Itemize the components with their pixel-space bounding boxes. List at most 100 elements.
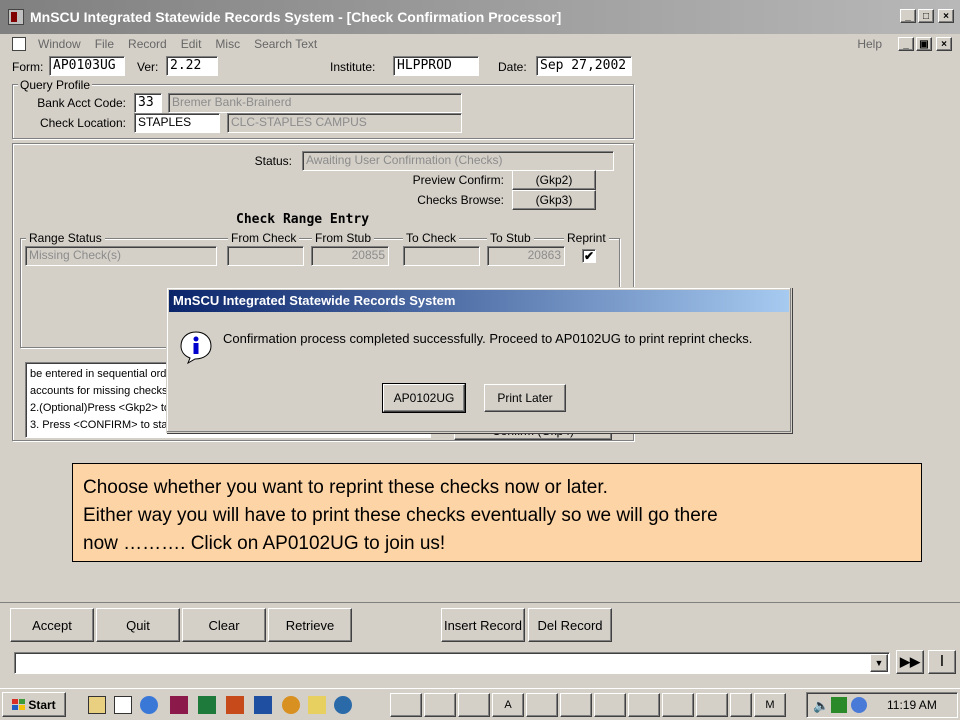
check-location-input[interactable]: STAPLES xyxy=(134,113,220,133)
text-cursor-icon[interactable]: I xyxy=(928,650,956,674)
start-button[interactable]: Start xyxy=(2,692,66,717)
task-button[interactable] xyxy=(390,693,422,717)
menu-misc[interactable]: Misc xyxy=(215,37,240,51)
menu-doc-icon[interactable] xyxy=(12,37,26,51)
ap0102ug-button[interactable]: AP0102UG xyxy=(382,383,466,413)
message-dropdown-icon[interactable]: ▼ xyxy=(870,654,888,672)
preview-confirm-label: Preview Confirm: xyxy=(412,173,504,187)
task-button[interactable]: A xyxy=(492,693,524,717)
task-button[interactable] xyxy=(730,693,752,717)
del-record-button[interactable]: Del Record xyxy=(528,608,612,642)
status-field: Awaiting User Confirmation (Checks) xyxy=(302,151,614,171)
callout-line-2: Either way you will have to print these … xyxy=(83,505,718,526)
info-icon xyxy=(179,330,213,365)
institute-field: HLPPROD xyxy=(393,56,479,76)
date-field: Sep 27,2002 xyxy=(536,56,632,76)
menu-edit[interactable]: Edit xyxy=(181,37,202,51)
check-range-title: Check Range Entry xyxy=(236,212,370,227)
task-button[interactable] xyxy=(662,693,694,717)
from-stub-field: 20855 xyxy=(311,246,389,266)
ver-field: 2.22 xyxy=(166,56,218,76)
window-title-bar[interactable]: MnSCU Integrated Statewide Records Syste… xyxy=(0,0,960,34)
app-icon[interactable] xyxy=(8,9,24,25)
reprint-checkbox[interactable]: ✔ xyxy=(582,249,596,263)
tray-app-icon[interactable] xyxy=(851,697,867,713)
quicklaunch-access-icon[interactable] xyxy=(170,696,188,714)
col-from-check: From Check xyxy=(228,231,300,245)
col-to-stub: To Stub xyxy=(487,231,534,245)
clear-button[interactable]: Clear xyxy=(182,608,266,642)
institute-label: Institute: xyxy=(330,60,376,74)
menu-window[interactable]: Window xyxy=(38,37,81,51)
tutorial-callout: Choose whether you want to reprint these… xyxy=(72,463,922,562)
col-to-check: To Check xyxy=(403,231,460,245)
menu-record[interactable]: Record xyxy=(128,37,167,51)
window-title: MnSCU Integrated Statewide Records Syste… xyxy=(30,9,562,25)
from-check-input[interactable] xyxy=(227,246,304,266)
maximize-button[interactable]: □ xyxy=(918,9,934,23)
preview-confirm-button[interactable]: (Gkp2) xyxy=(512,170,596,190)
minimize-button[interactable]: _ xyxy=(900,9,916,23)
col-range-status: Range Status xyxy=(26,231,105,245)
task-button[interactable] xyxy=(594,693,626,717)
quicklaunch-net-icon[interactable] xyxy=(334,696,352,714)
taskbar: Start A M 🔈 11:19 AM xyxy=(0,688,960,720)
date-label: Date: xyxy=(498,60,527,74)
clock: 11:19 AM xyxy=(887,698,937,712)
quicklaunch-excel-icon[interactable] xyxy=(198,696,216,714)
check-location-label: Check Location: xyxy=(39,116,126,130)
menu-bar: Window File Record Edit Misc Search Text… xyxy=(0,34,960,54)
task-label: A xyxy=(504,699,512,711)
task-button[interactable] xyxy=(696,693,728,717)
task-button[interactable] xyxy=(458,693,490,717)
dialog-message: Confirmation process completed successfu… xyxy=(223,331,753,346)
menu-help[interactable]: Help xyxy=(857,37,882,51)
checks-browse-label: Checks Browse: xyxy=(417,193,504,207)
quit-button[interactable]: Quit xyxy=(96,608,180,642)
inner-close-button[interactable]: × xyxy=(936,37,952,51)
fast-forward-icon[interactable]: ▶▶ xyxy=(896,650,924,674)
bank-acct-label: Bank Acct Code: xyxy=(37,96,126,110)
task-button[interactable]: M xyxy=(754,693,786,717)
task-label: M xyxy=(765,699,775,711)
quicklaunch-search-icon[interactable] xyxy=(114,696,132,714)
checks-browse-button[interactable]: (Gkp3) xyxy=(512,190,596,210)
network-icon[interactable] xyxy=(831,697,847,713)
insert-record-button[interactable]: Insert Record xyxy=(441,608,525,642)
windows-logo-icon xyxy=(12,699,26,710)
col-reprint: Reprint xyxy=(564,231,609,245)
quicklaunch-desktop-icon[interactable] xyxy=(88,696,106,714)
form-label: Form: xyxy=(12,60,44,74)
accept-button[interactable]: Accept xyxy=(10,608,94,642)
inner-restore-button[interactable]: ▣ xyxy=(916,37,932,51)
form-field: AP0103UG xyxy=(49,56,125,76)
task-button[interactable] xyxy=(424,693,456,717)
inner-minimize-button[interactable]: _ xyxy=(898,37,914,51)
task-button[interactable] xyxy=(628,693,660,717)
menu-search-text[interactable]: Search Text xyxy=(254,37,317,51)
message-line-input[interactable] xyxy=(14,652,890,674)
retrieve-button[interactable]: Retrieve xyxy=(268,608,352,642)
status-label: Status: xyxy=(254,154,292,168)
quicklaunch-zip-icon[interactable] xyxy=(308,696,326,714)
task-button[interactable] xyxy=(526,693,558,717)
dialog-title: MnSCU Integrated Statewide Records Syste… xyxy=(169,290,789,312)
callout-line-3: now ………. Click on AP0102UG to join us! xyxy=(83,533,446,554)
task-button[interactable] xyxy=(560,693,592,717)
bank-acct-name-field: Bremer Bank-Brainerd xyxy=(168,93,462,113)
check-location-name-field: CLC-STAPLES CAMPUS xyxy=(227,113,462,133)
query-profile-legend: Query Profile xyxy=(18,78,93,92)
to-check-input[interactable] xyxy=(403,246,480,266)
volume-icon[interactable]: 🔈 xyxy=(813,698,829,714)
callout-line-1: Choose whether you want to reprint these… xyxy=(83,477,608,498)
print-later-button[interactable]: Print Later xyxy=(484,384,566,412)
quicklaunch-powerpoint-icon[interactable] xyxy=(226,696,244,714)
menu-file[interactable]: File xyxy=(95,37,114,51)
quicklaunch-word-icon[interactable] xyxy=(254,696,272,714)
quicklaunch-ie-icon[interactable] xyxy=(140,696,158,714)
close-button[interactable]: × xyxy=(938,9,954,23)
bank-acct-code-input[interactable]: 33 xyxy=(134,93,162,113)
to-stub-field: 20863 xyxy=(487,246,565,266)
quicklaunch-app-icon[interactable] xyxy=(282,696,300,714)
ver-label: Ver: xyxy=(137,60,159,74)
